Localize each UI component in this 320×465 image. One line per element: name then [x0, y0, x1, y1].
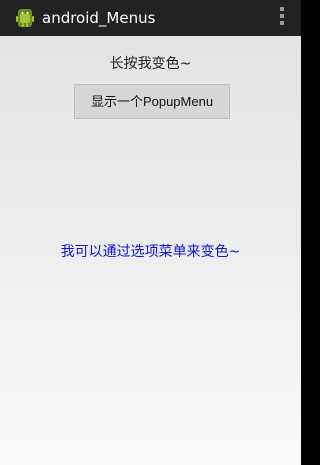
overflow-menu-icon[interactable]	[279, 7, 285, 29]
overflow-dot	[280, 21, 284, 25]
app-title: android_Menus	[42, 9, 156, 27]
overflow-dot	[280, 14, 284, 18]
overflow-dot	[280, 7, 284, 11]
longpress-color-text[interactable]: 长按我变色~	[0, 55, 301, 73]
main-content: 长按我变色~ 显示一个PopupMenu 我可以通过选项菜单来变色~	[0, 36, 301, 465]
action-bar: android_Menus	[0, 0, 301, 36]
option-menu-color-text: 我可以通过选项菜单来变色~	[60, 244, 241, 260]
show-popup-menu-button[interactable]: 显示一个PopupMenu	[74, 84, 230, 119]
android-robot-icon[interactable]	[14, 7, 36, 29]
